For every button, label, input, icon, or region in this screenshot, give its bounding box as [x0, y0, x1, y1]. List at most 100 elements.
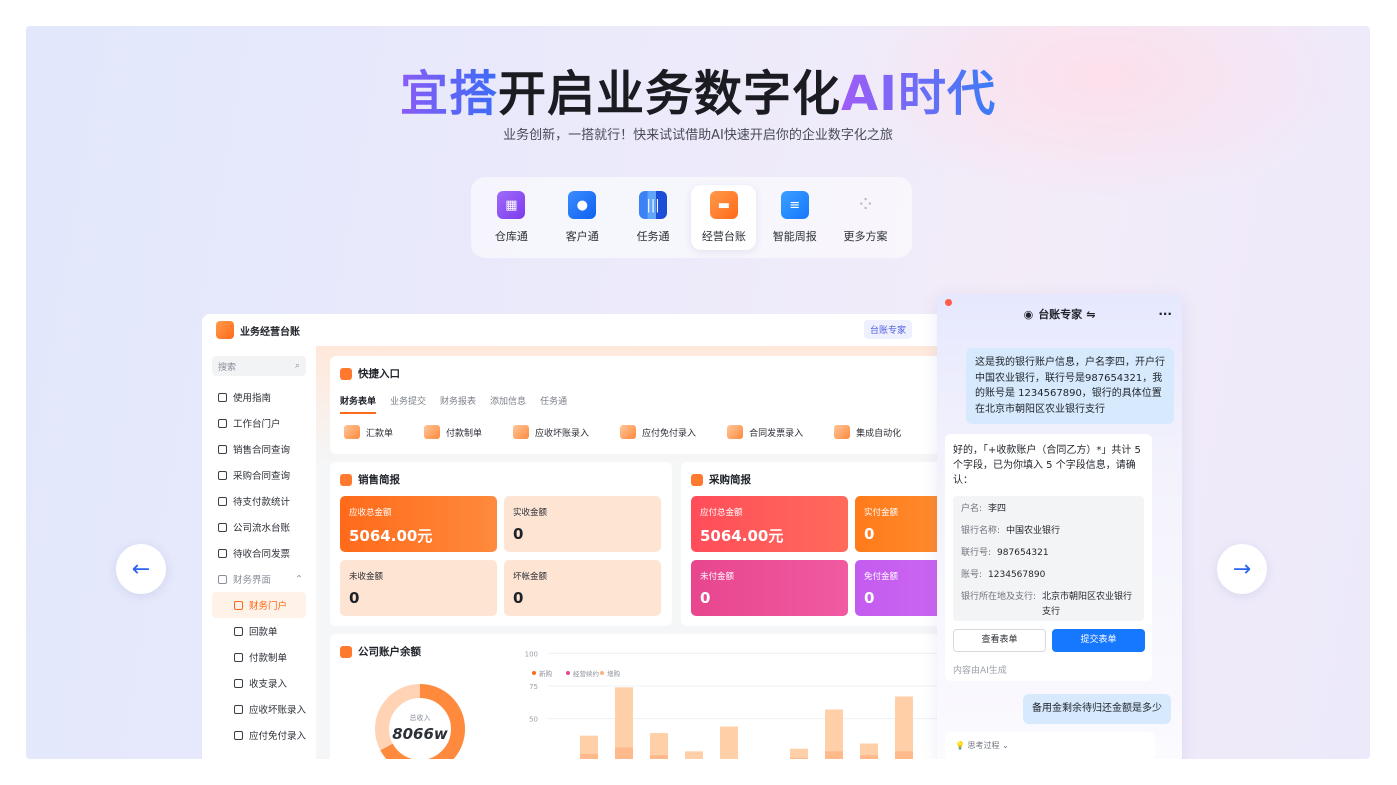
form-icon	[513, 425, 530, 439]
prev-arrow-button[interactable]: ←	[116, 544, 166, 594]
stat-card[interactable]: 未收金额 0	[340, 560, 497, 616]
search-icon: ⌕	[294, 361, 300, 371]
purchase-card: 采购简报 应付总金额 5064.00元 实付金额 0 未付金额 0 免付金额 0	[681, 462, 962, 626]
bulb-icon: 💡	[955, 741, 965, 750]
quick-item-label: 应付免付录入	[642, 428, 697, 439]
sidebar-item[interactable]: 采购合同查询	[202, 462, 316, 488]
quick-item-label: 合同发票录入	[749, 428, 804, 439]
tab-label: 智能周报	[772, 230, 817, 243]
chat-panel: ◉ 台账专家 ⇋ ··· 这是我的银行账户信息，户名李四，开户行中国农业银行，联行号…	[937, 294, 1182, 759]
stat-card[interactable]: 坏帐金额 0	[504, 560, 661, 616]
document-icon	[234, 678, 243, 688]
sidebar: 搜索 ⌕ 使用指南 工作台门户 销售合同查询 采购合同查询 待支付款统计 公司流水…	[202, 346, 316, 759]
avatar-icon: ◉	[1023, 307, 1034, 321]
document-icon: ≡	[780, 191, 809, 219]
quick-tab[interactable]: 业务提交	[390, 394, 426, 414]
sidebar-subitem[interactable]: 应付免付录入	[202, 722, 316, 748]
table-icon	[218, 522, 227, 532]
stat-card[interactable]: 应付总金额 5064.00元	[691, 496, 848, 552]
legend-label: 增购	[607, 669, 621, 678]
sidebar-label: 使用指南	[233, 393, 272, 404]
quick-item-label: 应收坏账录入	[535, 428, 590, 439]
hero-subtitle: 业务创新，一搭就行！快来试试借助AI快速开启你的企业数字化之旅	[503, 128, 893, 143]
expert-chip[interactable]: 台账专家	[864, 320, 913, 339]
sidebar-search[interactable]: 搜索 ⌕	[212, 356, 306, 376]
card-title: 采购简报	[709, 474, 751, 486]
sidebar-subitem[interactable]: 收支录入	[202, 670, 316, 696]
bar-new	[895, 696, 913, 759]
quick-tab[interactable]: 任务通	[540, 394, 567, 414]
quick-item[interactable]: 付款制单	[424, 425, 482, 439]
document-icon	[218, 548, 227, 558]
quick-item[interactable]: 集成自动化	[834, 425, 901, 439]
tab-ledger[interactable]: ▬ 经营台账	[691, 185, 757, 250]
quick-tabs: 财务表单 业务提交 财务报表 添加信息 任务通	[340, 394, 581, 414]
ai-message-text: 好的，「+收款账户（合同乙方）*」共计 5 个字段，已为你填入 5 个字段信息，…	[953, 445, 1141, 486]
tab-warehouse[interactable]: ▦ 仓库通	[479, 185, 544, 250]
legend-dot	[600, 671, 604, 675]
balance-chart: 总收入 8066w 新购 经营续约 增购 100 75 50	[375, 650, 960, 759]
stat-card[interactable]: 未付金额 0	[691, 560, 848, 616]
sidebar-item[interactable]: 待收合同发票	[202, 540, 316, 566]
tab-weekly[interactable]: ≡ 智能周报	[762, 185, 827, 250]
bar-new	[650, 733, 668, 759]
stat-label: 实收金额	[513, 508, 548, 518]
quick-items: 汇款单 付款制单 应收坏账录入 应付免付录入 合同发票录入 集成自动化	[344, 425, 932, 439]
stat-card[interactable]: 实收金额 0	[504, 496, 661, 552]
app-title: 业务经营台账	[240, 326, 300, 338]
stat-label: 应收总金额	[349, 508, 392, 518]
report-icon	[691, 473, 703, 486]
stat-value: 0	[513, 525, 524, 543]
tab-customer[interactable]: ● 客户通	[550, 185, 615, 250]
next-arrow-button[interactable]: →	[1217, 544, 1267, 594]
field-value: 987654321	[997, 548, 1049, 558]
quick-item[interactable]: 应付免付录入	[620, 425, 696, 439]
sidebar-item[interactable]: 使用指南	[202, 384, 316, 410]
sidebar-group-finance[interactable]: 财务界面 ⌃	[202, 566, 316, 592]
chart-legend: 新购 经营续约 增购	[532, 669, 621, 678]
form-actions: 查看表单 提交表单	[953, 629, 1145, 652]
report-icon	[340, 473, 352, 486]
sidebar-subitem[interactable]: 应收坏账录入	[202, 696, 316, 722]
bar-renew	[650, 755, 668, 759]
submit-form-button[interactable]: 提交表单	[1052, 629, 1145, 652]
quick-item[interactable]: 应收坏账录入	[513, 425, 589, 439]
sidebar-subitem[interactable]: 回款单	[202, 618, 316, 644]
quick-item[interactable]: 合同发票录入	[727, 425, 803, 439]
sidebar-label: 回款单	[249, 627, 278, 638]
sidebar-subitem[interactable]: 付款制单	[202, 644, 316, 670]
bar-renew	[825, 751, 843, 759]
sidebar-item-finance-portal[interactable]: 财务门户	[212, 592, 306, 618]
sidebar-item[interactable]: 待支付款统计	[202, 488, 316, 514]
sidebar-item[interactable]: 工作台门户	[202, 410, 316, 436]
form-icon	[344, 425, 360, 439]
arrow-right-icon: →	[1232, 556, 1252, 582]
arrow-left-icon: ←	[131, 556, 151, 582]
tab-more[interactable]: ⁘ 更多方案	[833, 185, 898, 250]
tab-task[interactable]: ||| 任务通	[621, 185, 686, 250]
quick-tab[interactable]: 财务报表	[440, 394, 476, 414]
sidebar-item[interactable]: 公司流水台账	[202, 514, 316, 540]
sales-card: 销售简报 应收总金额 5064.00元 实收金额 0 未收金额 0 坏帐金额 0	[330, 462, 672, 626]
more-icon[interactable]: ···	[1158, 307, 1172, 321]
purchase-title: 采购简报	[691, 472, 751, 487]
chevron-up-icon: ⌃	[295, 573, 303, 585]
thinking-toggle[interactable]: 💡 思考过程 ⌄	[945, 732, 1155, 759]
quick-tab[interactable]: 添加信息	[490, 394, 526, 414]
sidebar-label: 待收合同发票	[233, 549, 291, 560]
sidebar-item[interactable]: 销售合同查询	[202, 436, 316, 462]
ai-disclaimer: 内容由AI生成	[953, 666, 1007, 676]
warehouse-icon: ▦	[497, 191, 526, 219]
switch-icon[interactable]: ⇋	[1086, 308, 1095, 321]
field-value: 1234567890	[988, 570, 1046, 580]
card-title: 销售简报	[358, 474, 400, 486]
stat-card[interactable]: 应收总金额 5064.00元	[340, 496, 497, 552]
quick-tab[interactable]: 财务表单	[340, 394, 377, 414]
form-row: 联行号: 987654321	[961, 546, 1136, 561]
quick-item[interactable]: 汇款单	[344, 425, 393, 439]
view-form-button[interactable]: 查看表单	[953, 629, 1046, 652]
chevron-down-icon: ⌄	[1002, 741, 1009, 750]
chat-header: ◉ 台账专家 ⇋	[937, 294, 1182, 334]
compass-icon	[340, 367, 352, 380]
form-row: 账号: 1234567890	[961, 568, 1136, 583]
